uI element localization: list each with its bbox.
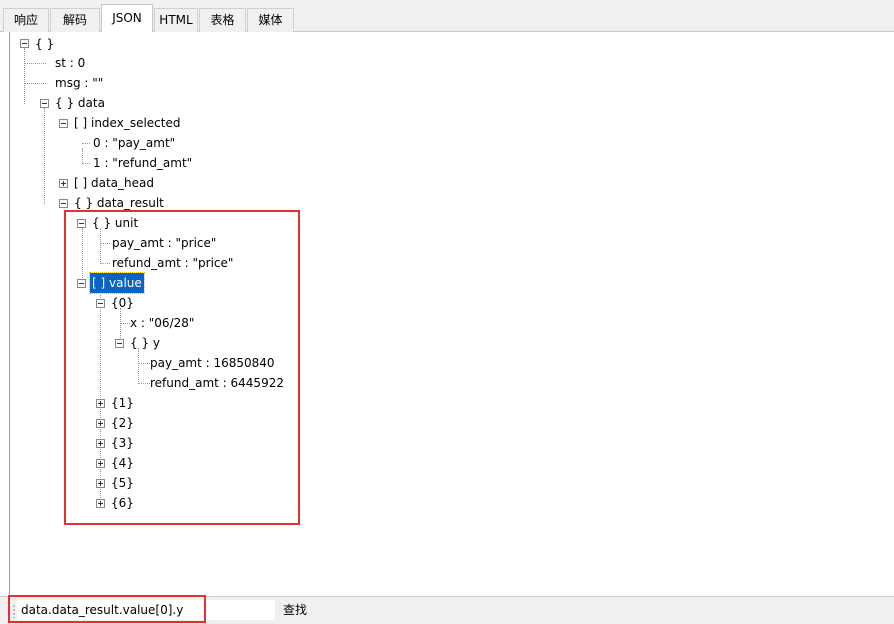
tree-connector	[24, 48, 25, 104]
tab-response[interactable]: 响应	[3, 8, 49, 32]
highlight-box	[64, 210, 300, 525]
node-label: { }	[35, 37, 55, 51]
tree-node-data[interactable]: { } data	[53, 93, 107, 113]
tree-connector	[82, 163, 90, 164]
tab-bar: 响应 解码 JSON HTML 表格 媒体	[0, 0, 894, 33]
highlight-box	[8, 595, 206, 623]
node-label: msg : ""	[55, 76, 104, 90]
node-label: 0 : "pay_amt"	[93, 136, 176, 150]
tree-node-index-selected-0[interactable]: 0 : "pay_amt"	[91, 133, 177, 153]
collapse-icon[interactable]	[59, 199, 68, 208]
bottom-bar: data.data_result.value[0].y 查找	[0, 595, 894, 624]
tab-decode[interactable]: 解码	[50, 8, 100, 32]
collapse-icon[interactable]	[40, 99, 49, 108]
collapse-icon[interactable]	[59, 119, 68, 128]
node-label: [ ] data_head	[74, 176, 154, 190]
collapse-icon[interactable]	[20, 39, 29, 48]
tree-node-msg[interactable]: msg : ""	[53, 73, 105, 93]
tree-connector	[44, 108, 45, 204]
expand-icon[interactable]	[59, 179, 68, 188]
node-label: st : 0	[55, 56, 86, 70]
tree-connector	[24, 83, 46, 84]
tree-node-index-selected-1[interactable]: 1 : "refund_amt"	[91, 153, 194, 173]
node-label: { } data	[55, 96, 105, 110]
tree-node-st[interactable]: st : 0	[53, 53, 87, 73]
tree-node-data-head[interactable]: [ ] data_head	[72, 173, 156, 193]
json-tree[interactable]: { } st : 0 msg : "" { } data [ ] index_s…	[9, 32, 894, 596]
tab-html[interactable]: HTML	[154, 8, 198, 32]
tree-connector	[24, 63, 46, 64]
tab-table[interactable]: 表格	[199, 8, 246, 32]
tab-media[interactable]: 媒体	[247, 8, 294, 32]
find-button[interactable]: 查找	[283, 601, 307, 619]
tree-connector	[82, 143, 90, 144]
tab-json[interactable]: JSON	[101, 4, 153, 33]
node-label: [ ] index_selected	[74, 116, 181, 130]
tree-node-root[interactable]: { }	[33, 34, 56, 54]
tree-connector	[82, 148, 83, 164]
tree-node-index-selected[interactable]: [ ] index_selected	[72, 113, 182, 133]
node-label: 1 : "refund_amt"	[93, 156, 193, 170]
